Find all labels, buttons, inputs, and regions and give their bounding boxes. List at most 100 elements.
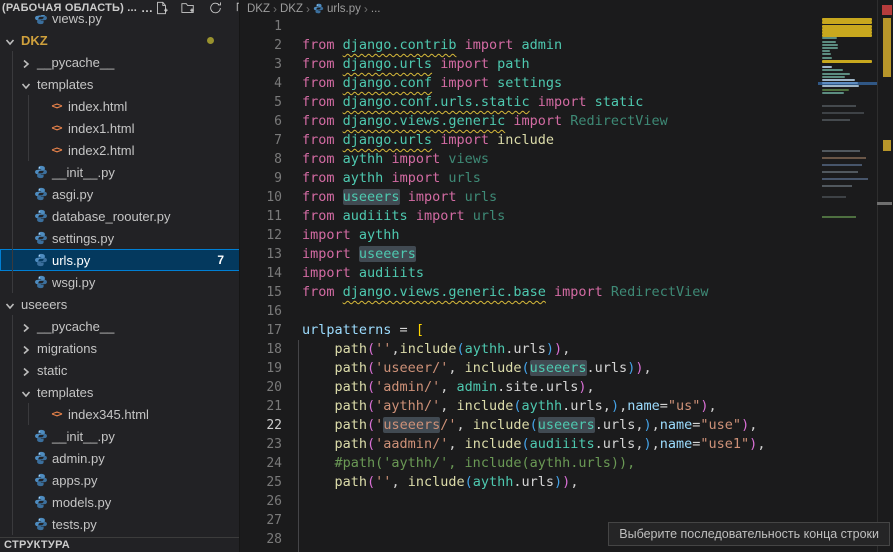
minimap[interactable] [818, 0, 877, 552]
line-number[interactable]: 27 [241, 511, 282, 530]
code-line[interactable]: 8from aythh import views [241, 150, 817, 169]
line-number[interactable]: 28 [241, 530, 282, 549]
breadcrumb-separator-icon: › [273, 2, 277, 16]
editor-pane[interactable]: DKZ›DKZ› urls.py›... 12from django.contr… [241, 0, 893, 552]
line-number[interactable]: 17 [241, 321, 282, 340]
code-line[interactable]: 13import useeers [241, 245, 817, 264]
tree-item-DKZ[interactable]: DKZ [0, 29, 240, 51]
python-file-icon [33, 165, 48, 180]
code-line[interactable]: 18 path('',include(aythh.urls)), [241, 340, 817, 359]
line-number[interactable]: 1 [241, 17, 282, 36]
tree-item-label: DKZ [21, 33, 48, 48]
code-line[interactable]: 10from useeers import urls [241, 188, 817, 207]
code-line[interactable]: 20 path('admin/', admin.site.urls), [241, 378, 817, 397]
line-number[interactable]: 6 [241, 112, 282, 131]
line-number[interactable]: 11 [241, 207, 282, 226]
tree-item-settings.py[interactable]: settings.py [0, 227, 240, 249]
code-line[interactable]: 22 path('useeers/', include(useeers.urls… [241, 416, 817, 435]
tree-item-static[interactable]: static [0, 359, 240, 381]
line-number[interactable]: 20 [241, 378, 282, 397]
line-number[interactable]: 19 [241, 359, 282, 378]
line-number[interactable]: 9 [241, 169, 282, 188]
code-line[interactable]: 11from audiiits import urls [241, 207, 817, 226]
more-actions-button[interactable]: … [141, 1, 153, 15]
code-line[interactable]: 16 [241, 302, 817, 321]
line-number[interactable]: 2 [241, 36, 282, 55]
line-number[interactable]: 22 [241, 416, 282, 435]
tree-item-asgi.py[interactable]: asgi.py [0, 183, 240, 205]
tree-item-__pycache__[interactable]: __pycache__ [0, 315, 240, 337]
code-line[interactable]: 21 path('aythh/', include(aythh.urls,),n… [241, 397, 817, 416]
line-number[interactable]: 5 [241, 93, 282, 112]
line-number[interactable]: 24 [241, 454, 282, 473]
breadcrumb-item[interactable]: DKZ [280, 3, 303, 15]
overview-ruler[interactable] [877, 0, 893, 552]
tree-item-label: __init__.py [52, 165, 115, 180]
line-number[interactable]: 21 [241, 397, 282, 416]
tree-item-urls.py[interactable]: urls.py7 [0, 249, 240, 271]
tree-item-tests.py[interactable]: tests.py [0, 513, 240, 535]
code-line[interactable]: 2from django.contrib import admin [241, 36, 817, 55]
line-number[interactable]: 25 [241, 473, 282, 492]
breadcrumb-item[interactable]: urls.py [313, 3, 361, 15]
code-line[interactable]: 23 path('aadmin/', include(audiiits.urls… [241, 435, 817, 454]
code-line[interactable]: 4from django.conf import settings [241, 74, 817, 93]
line-number[interactable]: 23 [241, 435, 282, 454]
new-folder-icon[interactable] [180, 1, 196, 15]
code-text: path('', include(aythh.urls)), [302, 473, 578, 492]
tree-item-__init__.py[interactable]: __init__.py [0, 425, 240, 447]
line-number[interactable]: 3 [241, 55, 282, 74]
line-number[interactable]: 16 [241, 302, 282, 321]
breadcrumb-item[interactable]: ... [371, 3, 381, 15]
code-line[interactable]: 1 [241, 17, 817, 36]
tree-item-useeers[interactable]: useeers [0, 293, 240, 315]
tree-item-database_roouter.py[interactable]: database_roouter.py [0, 205, 240, 227]
line-number[interactable]: 12 [241, 226, 282, 245]
code-line[interactable]: 15from django.views.generic.base import … [241, 283, 817, 302]
code-line[interactable]: 3from django.urls import path [241, 55, 817, 74]
code-line[interactable]: 19 path('useeer/', include(useeers.urls)… [241, 359, 817, 378]
code-line[interactable]: 14import audiiits [241, 264, 817, 283]
tree-item-index1.html[interactable]: <>index1.html [0, 117, 240, 139]
tree-item-__init__.py[interactable]: __init__.py [0, 161, 240, 183]
tree-item-templates[interactable]: templates [0, 381, 240, 403]
breadcrumb-item[interactable]: DKZ [247, 3, 270, 15]
line-number[interactable]: 4 [241, 74, 282, 93]
refresh-explorer-icon[interactable] [207, 1, 223, 15]
chevron-down-icon [21, 387, 31, 397]
tree-item-apps.py[interactable]: apps.py [0, 469, 240, 491]
line-number[interactable]: 18 [241, 340, 282, 359]
line-number[interactable]: 15 [241, 283, 282, 302]
tree-item-models.py[interactable]: models.py [0, 491, 240, 513]
tree-item-wsgi.py[interactable]: wsgi.py [0, 271, 240, 293]
code-area[interactable]: 12from django.contrib import admin3from … [241, 17, 817, 549]
line-number[interactable]: 14 [241, 264, 282, 283]
code-line[interactable]: 17urlpatterns = [ [241, 321, 817, 340]
new-file-icon[interactable] [153, 1, 169, 15]
code-line[interactable]: 5from django.conf.urls.static import sta… [241, 93, 817, 112]
code-line[interactable]: 6from django.views.generic import Redire… [241, 112, 817, 131]
code-line[interactable]: 26 [241, 492, 817, 511]
code-line[interactable]: 12import aythh [241, 226, 817, 245]
code-line[interactable]: 9from aythh import urls [241, 169, 817, 188]
collapse-folders-icon[interactable] [234, 1, 240, 15]
python-file-icon [33, 231, 48, 246]
line-number[interactable]: 8 [241, 150, 282, 169]
code-line[interactable]: 24 #path('aythh/', include(aythh.urls)), [241, 454, 817, 473]
tree-indent-guide [12, 51, 13, 293]
code-line[interactable]: 25 path('', include(aythh.urls)), [241, 473, 817, 492]
line-number[interactable]: 26 [241, 492, 282, 511]
tree-item-index2.html[interactable]: <>index2.html [0, 139, 240, 161]
line-number[interactable]: 13 [241, 245, 282, 264]
tree-item-migrations[interactable]: migrations [0, 337, 240, 359]
line-number[interactable]: 7 [241, 131, 282, 150]
tree-item-index.html[interactable]: <>index.html [0, 95, 240, 117]
code-line[interactable]: 7from django.urls import include [241, 131, 817, 150]
tree-item-admin.py[interactable]: admin.py [0, 447, 240, 469]
tree-item-__pycache__[interactable]: __pycache__ [0, 51, 240, 73]
line-number[interactable]: 10 [241, 188, 282, 207]
tree-item-templates[interactable]: templates [0, 73, 240, 95]
outline-section-header[interactable]: СТРУКТУРА [0, 537, 240, 552]
minimap-activeline [818, 82, 877, 85]
tree-item-index345.html[interactable]: <>index345.html [0, 403, 240, 425]
